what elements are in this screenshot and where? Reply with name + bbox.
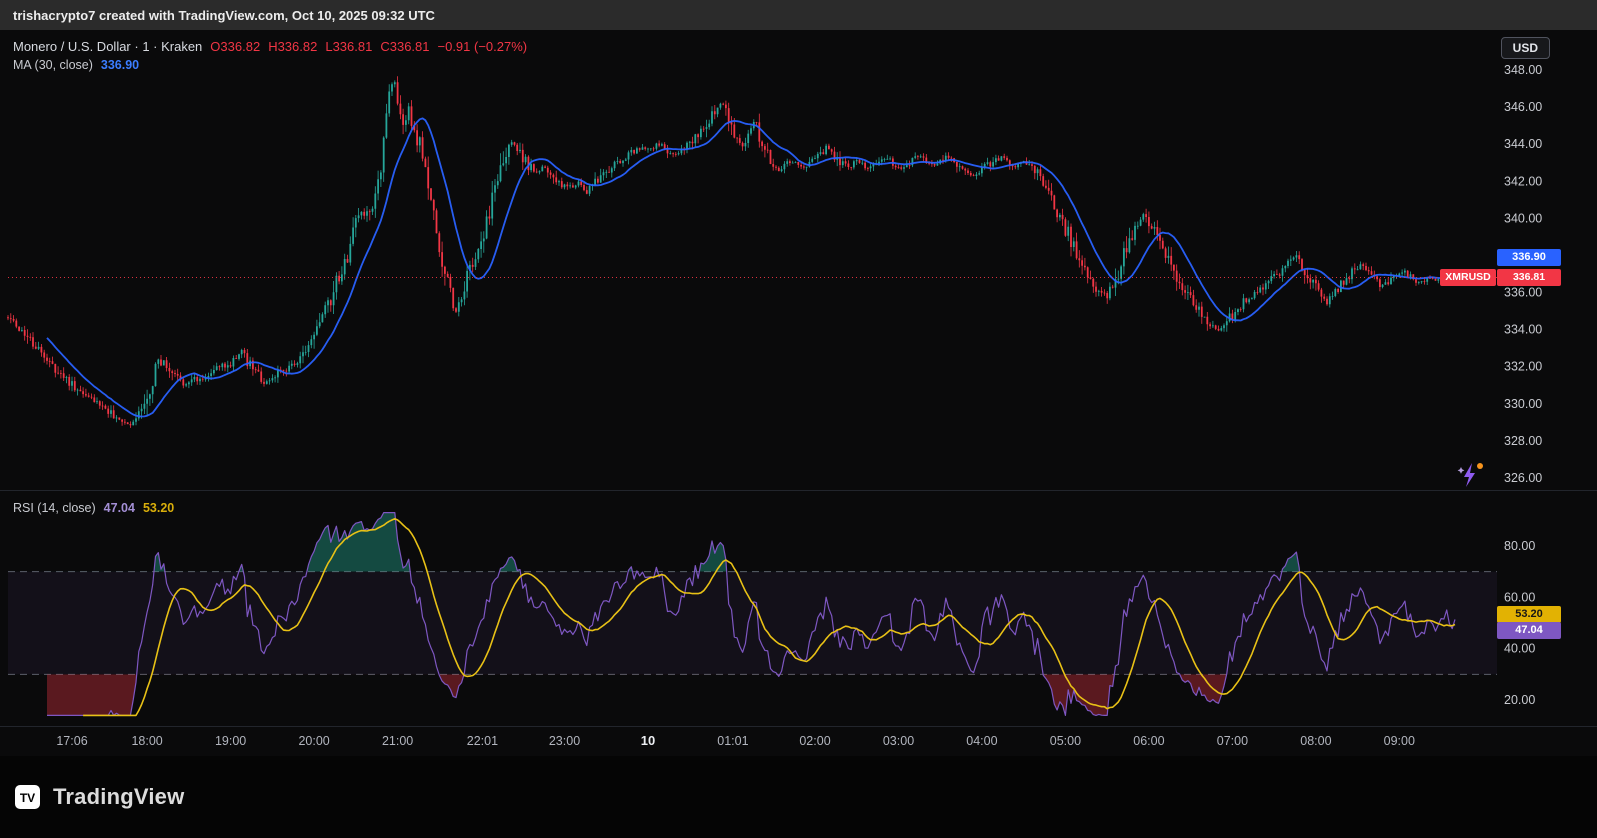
change-value: −0.91 (−0.27%) [438, 39, 528, 54]
ohlc-close: C336.81 [380, 39, 429, 54]
attribution-bar: trishacrypto7 created with TradingView.c… [0, 0, 1597, 30]
tradingview-logo-icon[interactable]: TV [14, 782, 44, 812]
ohlc-open: O336.82 [210, 39, 260, 54]
time-axis[interactable] [0, 726, 1597, 756]
rsi-legend-value: 47.04 [104, 501, 135, 515]
rsi-value-badge: 47.04 [1497, 622, 1561, 639]
ma-price-badge: 336.90 [1497, 249, 1561, 266]
footer-bar: TV TradingView [0, 756, 1597, 838]
rsi-ma-badge: 53.20 [1497, 606, 1561, 623]
symbol-title[interactable]: Monero / U.S. Dollar · 1 · Kraken [13, 39, 202, 54]
symbol-legend[interactable]: Monero / U.S. Dollar · 1 · Kraken O336.8… [13, 39, 527, 54]
ohlc-high: H336.82 [268, 39, 317, 54]
rsi-legend-label: RSI (14, close) [13, 501, 96, 515]
symbol-tag: XMRUSD [1440, 269, 1496, 286]
tradingview-spark-icon [1456, 460, 1486, 490]
ma-legend-value: 336.90 [101, 58, 139, 72]
ma-legend-label: MA (30, close) [13, 58, 93, 72]
attribution-text: trishacrypto7 created with TradingView.c… [13, 8, 435, 23]
rsi-legend[interactable]: RSI (14, close) 47.04 53.20 [13, 501, 174, 515]
currency-toggle-button[interactable]: USD [1501, 37, 1550, 59]
last-price-value: 336.81 [1497, 269, 1561, 286]
tradingview-wordmark[interactable]: TradingView [53, 784, 184, 810]
svg-text:TV: TV [20, 791, 35, 805]
tradingview-snapshot: trishacrypto7 created with TradingView.c… [0, 0, 1597, 838]
rsi-ma-legend-value: 53.20 [143, 501, 174, 515]
chart-canvas[interactable]: 348.00346.00344.00342.00340.00338.00336.… [0, 0, 1597, 756]
last-price-badge: XMRUSD 336.81 [1440, 269, 1561, 286]
ma-legend[interactable]: MA (30, close) 336.90 [13, 58, 139, 72]
ohlc-low: L336.81 [325, 39, 372, 54]
